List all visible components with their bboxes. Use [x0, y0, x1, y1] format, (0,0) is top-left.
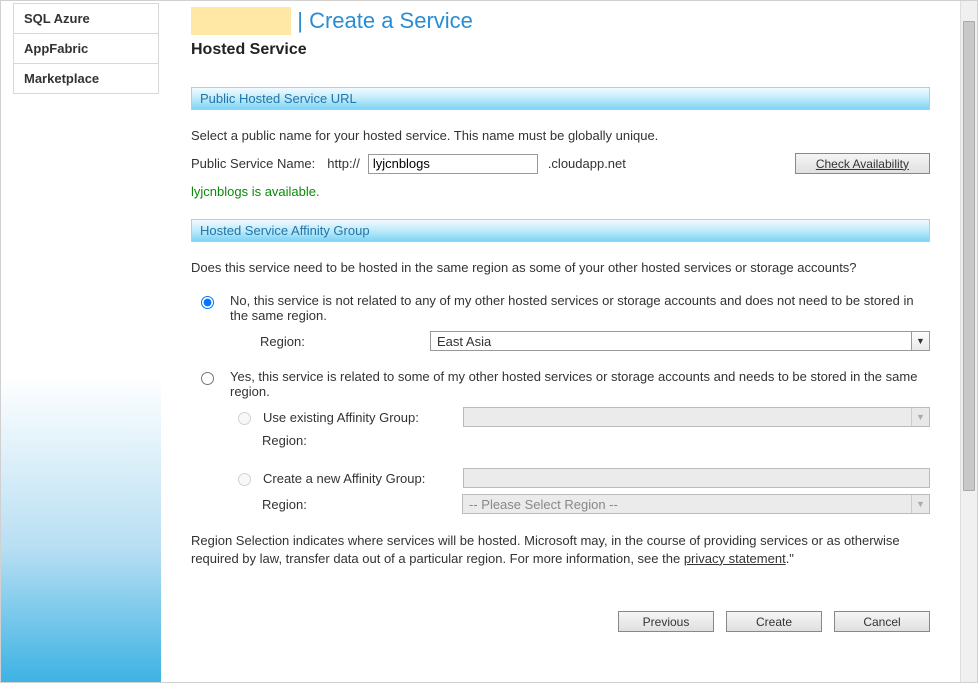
scrollbar-thumb[interactable] — [963, 21, 975, 491]
section-header-affinity: Hosted Service Affinity Group — [191, 219, 930, 242]
wizard-button-bar: Previous Create Cancel — [191, 611, 930, 632]
use-existing-label: Use existing Affinity Group: — [263, 410, 463, 425]
sidebar-gradient — [1, 1, 161, 682]
vertical-scrollbar[interactable] — [960, 1, 977, 682]
create-new-region-label: Region: — [230, 497, 462, 512]
use-existing-select: ▼ — [463, 407, 930, 427]
footnote-post: ." — [786, 551, 794, 566]
public-service-name-label: Public Service Name: — [191, 156, 315, 171]
affinity-question: Does this service need to be hosted in t… — [191, 260, 930, 275]
privacy-statement-link[interactable]: privacy statement — [684, 551, 786, 566]
chevron-down-icon: ▼ — [911, 495, 929, 513]
affinity-option-yes: Yes, this service is related to some of … — [191, 369, 930, 514]
affinity-no-text: No, this service is not related to any o… — [230, 293, 930, 323]
section-header-url: Public Hosted Service URL — [191, 87, 930, 110]
previous-button[interactable]: Previous — [618, 611, 714, 632]
create-new-region-value: -- Please Select Region -- — [469, 497, 618, 512]
chevron-down-icon: ▼ — [911, 332, 929, 350]
public-service-name-row: Public Service Name: http:// .cloudapp.n… — [191, 153, 930, 174]
check-availability-button[interactable]: Check Availability — [795, 153, 930, 174]
url-suffix: .cloudapp.net — [548, 156, 626, 171]
affinity-radio-yes[interactable] — [201, 372, 214, 385]
create-new-region-select: -- Please Select Region -- ▼ — [462, 494, 930, 514]
region-select-no[interactable]: East Asia ▼ — [430, 331, 930, 351]
region-footnote: Region Selection indicates where service… — [191, 532, 930, 567]
create-new-name-input — [463, 468, 930, 488]
url-description: Select a public name for your hosted ser… — [191, 128, 930, 143]
page-title: Hosted Service — [191, 41, 930, 59]
chevron-down-icon: ▼ — [911, 408, 929, 426]
cancel-button[interactable]: Cancel — [834, 611, 930, 632]
create-new-label: Create a new Affinity Group: — [263, 471, 463, 486]
use-existing-region-label: Region: — [230, 433, 430, 448]
region-select-no-value: East Asia — [437, 334, 491, 349]
create-button[interactable]: Create — [726, 611, 822, 632]
region-label-no: Region: — [230, 334, 430, 349]
url-prefix: http:// — [327, 156, 360, 171]
sidebar-item-sql-azure[interactable]: SQL Azure — [14, 4, 158, 34]
availability-message: lyjcnblogs is available. — [191, 184, 930, 199]
public-service-name-input[interactable] — [368, 154, 538, 174]
create-new-radio[interactable] — [238, 473, 251, 486]
sidebar-item-marketplace[interactable]: Marketplace — [14, 64, 158, 94]
affinity-yes-text: Yes, this service is related to some of … — [230, 369, 930, 399]
breadcrumb: | Create a Service — [191, 7, 930, 35]
sidebar-item-appfabric[interactable]: AppFabric — [14, 34, 158, 64]
breadcrumb-highlight — [191, 7, 291, 35]
affinity-option-no: No, this service is not related to any o… — [191, 293, 930, 351]
breadcrumb-tail: | Create a Service — [291, 8, 473, 33]
affinity-radio-no[interactable] — [201, 296, 214, 309]
app-window: SQL Azure AppFabric Marketplace | Create… — [0, 0, 978, 683]
main-content: | Create a Service Hosted Service Public… — [161, 1, 960, 682]
sidebar-nav: SQL Azure AppFabric Marketplace — [13, 3, 159, 94]
use-existing-radio[interactable] — [238, 412, 251, 425]
